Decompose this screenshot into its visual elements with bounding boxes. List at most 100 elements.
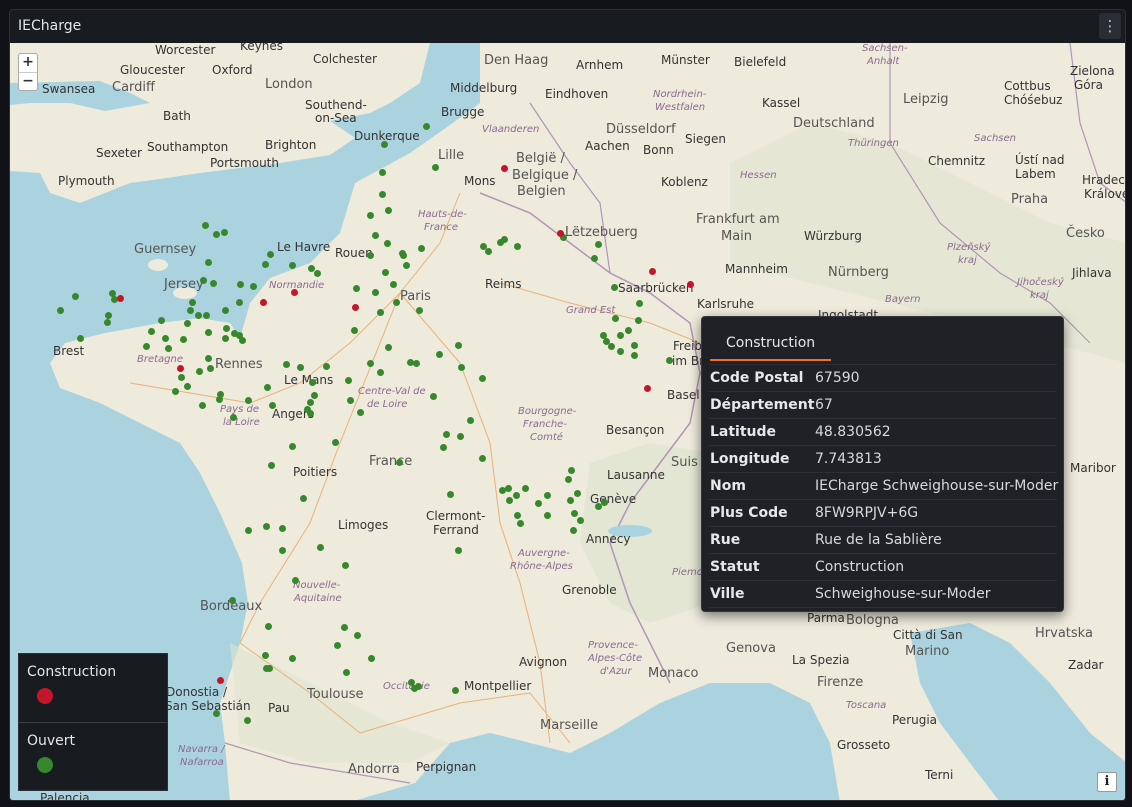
station-marker-ouvert[interactable] xyxy=(206,364,214,372)
station-marker-ouvert[interactable] xyxy=(71,292,79,300)
station-marker-ouvert[interactable] xyxy=(456,432,464,440)
station-marker-ouvert[interactable] xyxy=(366,359,374,367)
station-marker-ouvert[interactable] xyxy=(383,239,391,247)
station-marker-ouvert[interactable] xyxy=(610,283,618,291)
station-marker-ouvert[interactable] xyxy=(288,442,296,450)
station-marker-ouvert[interactable] xyxy=(376,308,384,316)
station-marker-ouvert[interactable] xyxy=(278,546,286,554)
station-marker-ouvert[interactable] xyxy=(56,306,64,314)
station-marker-ouvert[interactable] xyxy=(262,664,270,672)
station-marker-ouvert[interactable] xyxy=(263,383,271,391)
station-marker-ouvert[interactable] xyxy=(307,264,315,272)
station-marker-ouvert[interactable] xyxy=(451,686,459,694)
station-marker-ouvert[interactable] xyxy=(249,282,257,290)
station-marker-ouvert[interactable] xyxy=(516,519,524,527)
station-marker-ouvert[interactable] xyxy=(371,288,379,296)
station-marker-ouvert[interactable] xyxy=(504,484,512,492)
station-marker-ouvert[interactable] xyxy=(384,206,392,214)
station-marker-construction[interactable] xyxy=(556,229,564,237)
station-marker-ouvert[interactable] xyxy=(484,247,492,255)
station-marker-ouvert[interactable] xyxy=(366,211,374,219)
station-marker-ouvert[interactable] xyxy=(611,314,619,322)
station-marker-ouvert[interactable] xyxy=(228,596,236,604)
station-marker-ouvert[interactable] xyxy=(543,511,551,519)
station-marker-ouvert[interactable] xyxy=(566,496,574,504)
station-marker-ouvert[interactable] xyxy=(288,261,296,269)
station-marker-ouvert[interactable] xyxy=(171,387,179,395)
station-marker-ouvert[interactable] xyxy=(183,382,191,390)
station-marker-ouvert[interactable] xyxy=(306,398,314,406)
station-marker-ouvert[interactable] xyxy=(264,622,272,630)
station-marker-construction[interactable] xyxy=(648,267,656,275)
station-marker-ouvert[interactable] xyxy=(201,221,209,229)
station-marker-ouvert[interactable] xyxy=(513,242,521,250)
station-marker-ouvert[interactable] xyxy=(261,260,269,268)
station-marker-ouvert[interactable] xyxy=(521,484,529,492)
station-marker-ouvert[interactable] xyxy=(204,354,212,362)
station-marker-ouvert[interactable] xyxy=(220,228,228,236)
station-marker-ouvert[interactable] xyxy=(103,318,111,326)
station-marker-ouvert[interactable] xyxy=(457,363,465,371)
station-marker-ouvert[interactable] xyxy=(431,163,439,171)
station-marker-ouvert[interactable] xyxy=(202,311,210,319)
station-marker-ouvert[interactable] xyxy=(161,334,169,342)
station-marker-ouvert[interactable] xyxy=(198,401,206,409)
station-marker-ouvert[interactable] xyxy=(415,306,423,314)
station-marker-ouvert[interactable] xyxy=(262,522,270,530)
station-marker-ouvert[interactable] xyxy=(384,343,392,351)
station-marker-ouvert[interactable] xyxy=(204,258,212,266)
station-marker-ouvert[interactable] xyxy=(353,631,361,639)
station-marker-ouvert[interactable] xyxy=(564,475,572,483)
station-marker-ouvert[interactable] xyxy=(222,324,230,332)
station-marker-ouvert[interactable] xyxy=(344,376,352,384)
station-marker-ouvert[interactable] xyxy=(322,362,330,370)
zoom-in-button[interactable]: + xyxy=(19,54,37,72)
station-marker-ouvert[interactable] xyxy=(288,654,296,662)
station-marker-ouvert[interactable] xyxy=(505,496,513,504)
station-marker-ouvert[interactable] xyxy=(410,684,418,692)
station-marker-ouvert[interactable] xyxy=(244,526,252,534)
station-marker-ouvert[interactable] xyxy=(665,356,673,364)
station-marker-ouvert[interactable] xyxy=(266,250,274,258)
station-marker-ouvert[interactable] xyxy=(310,391,318,399)
station-marker-ouvert[interactable] xyxy=(513,511,521,519)
station-marker-ouvert[interactable] xyxy=(576,516,584,524)
station-marker-construction[interactable] xyxy=(643,384,651,392)
station-marker-ouvert[interactable] xyxy=(607,342,615,350)
station-marker-ouvert[interactable] xyxy=(340,623,348,631)
tooltip-tab[interactable]: Construction xyxy=(710,327,832,361)
station-marker-ouvert[interactable] xyxy=(267,461,275,469)
station-marker-ouvert[interactable] xyxy=(76,334,84,342)
station-marker-ouvert[interactable] xyxy=(291,576,299,584)
station-marker-construction[interactable] xyxy=(116,294,124,302)
station-marker-ouvert[interactable] xyxy=(630,341,638,349)
station-marker-ouvert[interactable] xyxy=(316,543,324,551)
station-marker-ouvert[interactable] xyxy=(303,405,311,413)
station-marker-construction[interactable] xyxy=(216,676,224,684)
station-marker-ouvert[interactable] xyxy=(367,654,375,662)
station-marker-ouvert[interactable] xyxy=(238,336,246,344)
station-marker-construction[interactable] xyxy=(351,303,359,311)
station-marker-ouvert[interactable] xyxy=(630,351,638,359)
station-marker-ouvert[interactable] xyxy=(261,651,269,659)
station-marker-ouvert[interactable] xyxy=(235,298,243,306)
station-marker-ouvert[interactable] xyxy=(268,401,276,409)
station-marker-ouvert[interactable] xyxy=(350,326,358,334)
station-marker-ouvert[interactable] xyxy=(600,498,608,506)
station-marker-ouvert[interactable] xyxy=(371,231,379,239)
station-marker-ouvert[interactable] xyxy=(313,269,321,277)
station-marker-ouvert[interactable] xyxy=(500,235,508,243)
station-marker-ouvert[interactable] xyxy=(195,367,203,375)
ellipsis-vertical-icon[interactable]: ⋮ xyxy=(1099,13,1121,39)
station-marker-ouvert[interactable] xyxy=(594,240,602,248)
station-marker-ouvert[interactable] xyxy=(296,363,304,371)
station-marker-ouvert[interactable] xyxy=(412,359,420,367)
station-marker-ouvert[interactable] xyxy=(478,374,486,382)
station-marker-ouvert[interactable] xyxy=(229,413,237,421)
station-marker-ouvert[interactable] xyxy=(422,122,430,130)
station-marker-ouvert[interactable] xyxy=(346,396,354,404)
station-marker-ouvert[interactable] xyxy=(244,396,252,404)
station-marker-ouvert[interactable] xyxy=(299,494,307,502)
station-marker-ouvert[interactable] xyxy=(186,306,194,314)
station-marker-construction[interactable] xyxy=(290,288,298,296)
